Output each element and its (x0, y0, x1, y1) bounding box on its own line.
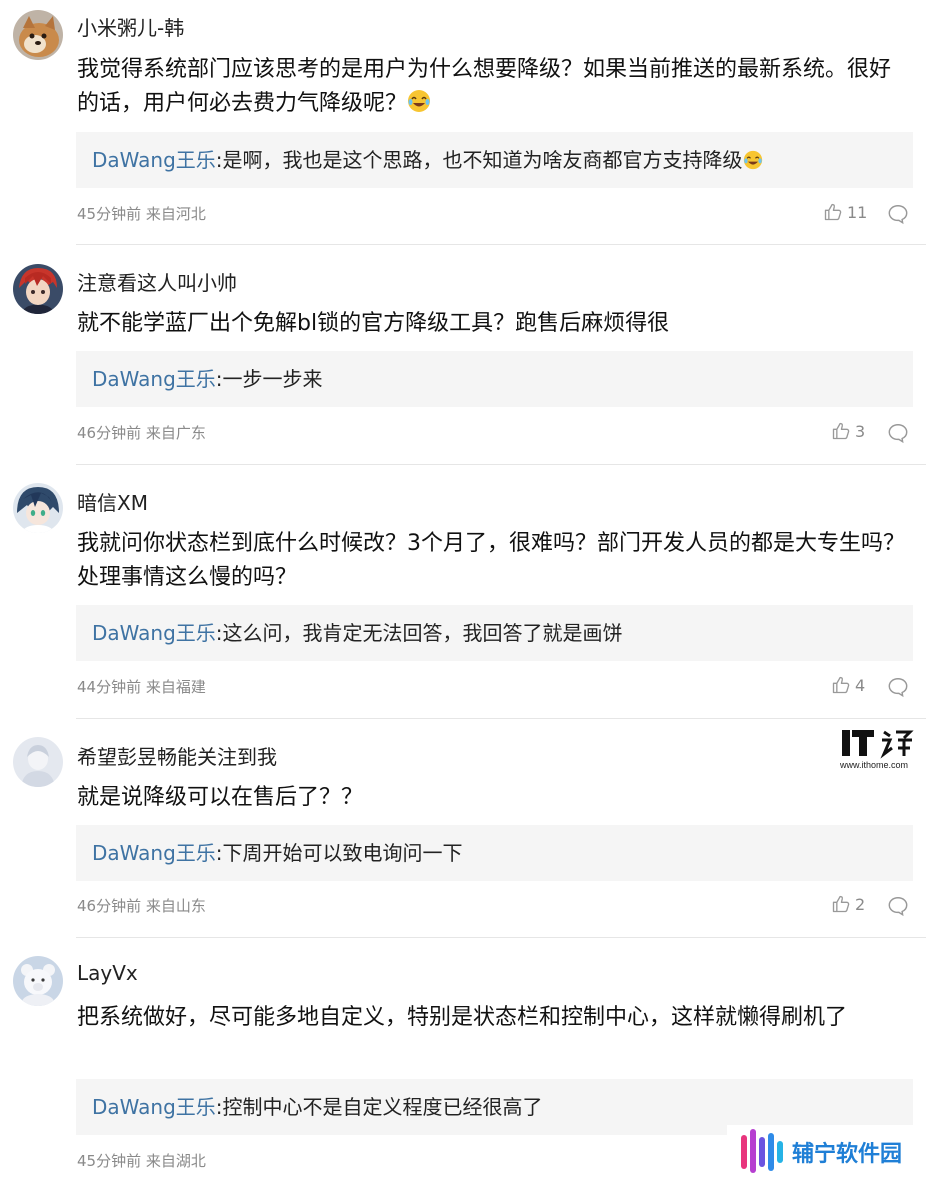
comment-text: 就不能学蓝厂出个免解bl锁的官方降级工具？跑售后麻烦得很 (77, 311, 670, 336)
comment-time: 46分钟前 (77, 424, 142, 442)
avatar[interactable] (13, 737, 63, 787)
divider (76, 464, 926, 465)
comment-location: 来自福建 (145, 678, 206, 696)
laughing-tears-emoji-icon (743, 150, 762, 170)
like-button[interactable]: 11 (823, 202, 867, 222)
comment-location: 来自湖北 (145, 1152, 206, 1170)
comment-bubble-icon[interactable] (887, 422, 909, 444)
white-teddy-bear-avatar-icon (13, 956, 63, 1006)
comment-time: 46分钟前 (77, 897, 142, 915)
reply-box: DaWang王乐:这么问，我肯定无法回答，我回答了就是画饼 (76, 605, 913, 661)
comment-meta: 46分钟前 来自广东 (77, 422, 206, 443)
reply-box: DaWang王乐:一步一步来 (76, 351, 913, 407)
comment-meta: 45分钟前 来自湖北 (77, 1150, 206, 1171)
reply-author[interactable]: DaWang王乐 (92, 148, 216, 172)
comment-time: 45分钟前 (77, 205, 142, 223)
reply-box: DaWang王乐:下周开始可以致电询问一下 (76, 825, 913, 881)
ithome-url-watermark: www.ithome.com (840, 760, 909, 770)
avatar[interactable] (13, 956, 63, 1006)
reply-text: :是啊，我也是这个思路，也不知道为啥友商都官方支持降级 (215, 148, 743, 172)
reply-author[interactable]: DaWang王乐 (92, 841, 216, 865)
username[interactable]: 注意看这人叫小帅 (77, 267, 237, 296)
pale-figure-avatar-icon (13, 737, 63, 787)
username[interactable]: LayVx (77, 961, 138, 985)
reply-author[interactable]: DaWang王乐 (92, 1095, 216, 1119)
reply-text: :一步一步来 (215, 367, 323, 391)
laughing-tears-emoji-icon (408, 90, 431, 112)
like-count: 11 (847, 202, 868, 222)
thumbs-up-icon (832, 895, 850, 913)
comment-text: 把系统做好，尽可能多地自定义，特别是状态栏和控制中心，这样就懒得刷机了 (77, 1005, 848, 1030)
fuling-bars-logo-icon (741, 1129, 783, 1173)
like-count: 2 (855, 894, 866, 914)
like-button[interactable]: 3 (831, 421, 865, 441)
thumbs-up-icon (824, 203, 842, 221)
comment-text-body: 我觉得系统部门应该思考的是用户为什么想要降级？如果当前推送的最新系统。很好的话，… (77, 57, 892, 116)
comment-meta: 46分钟前 来自山东 (77, 895, 206, 916)
avatar[interactable] (13, 264, 63, 314)
thumbs-up-icon (832, 676, 850, 694)
comment-bubble-icon[interactable] (887, 203, 909, 225)
comment-text: 我就问你状态栏到底什么时候改？3个月了，很难吗？部门开发人员的都是大专生吗？处理… (77, 531, 905, 590)
fuling-watermark-text: 辅宁软件园 (792, 1142, 903, 1167)
reply-author[interactable]: DaWang王乐 (92, 367, 216, 391)
comment-bubble-icon[interactable] (887, 895, 909, 917)
comment-meta: 45分钟前 来自河北 (77, 203, 206, 224)
anime-blue-hair-avatar-icon (13, 483, 63, 533)
reply-text: :这么问，我肯定无法回答，我回答了就是画饼 (215, 621, 623, 645)
comment-time: 45分钟前 (77, 1152, 142, 1170)
reply-box: DaWang王乐:是啊，我也是这个思路，也不知道为啥友商都官方支持降级 (76, 132, 913, 188)
comment-location: 来自广东 (145, 424, 206, 442)
reply-author[interactable]: DaWang王乐 (92, 621, 216, 645)
username[interactable]: 暗信XM (77, 487, 148, 516)
like-button[interactable]: 2 (831, 894, 865, 914)
divider (76, 244, 926, 245)
anime-red-hair-avatar-icon (13, 264, 63, 314)
thumbs-up-icon (832, 422, 850, 440)
comment-text: 就是说降级可以在售后了？？ (77, 785, 364, 810)
like-count: 3 (855, 421, 866, 441)
comment-time: 44分钟前 (77, 678, 142, 696)
reply-text: :控制中心不是自定义程度已经很高了 (215, 1095, 543, 1119)
avatar[interactable] (13, 10, 63, 60)
username[interactable]: 希望彭昱畅能关注到我 (77, 741, 277, 770)
shiba-dog-avatar-icon (13, 10, 63, 60)
comment-location: 来自山东 (145, 897, 206, 915)
comment-meta: 44分钟前 来自福建 (77, 676, 206, 697)
username[interactable]: 小米粥儿-韩 (77, 12, 184, 41)
like-count: 4 (855, 675, 866, 695)
avatar[interactable] (13, 483, 63, 533)
divider (76, 718, 926, 719)
comment-text: 我觉得系统部门应该思考的是用户为什么想要降级？如果当前推送的最新系统。很好的话，… (77, 53, 907, 121)
comment-bubble-icon[interactable] (887, 676, 909, 698)
comment-location: 来自河北 (145, 205, 206, 223)
reply-text: :下周开始可以致电询问一下 (215, 841, 463, 865)
like-button[interactable]: 4 (831, 675, 865, 695)
divider (76, 937, 926, 938)
